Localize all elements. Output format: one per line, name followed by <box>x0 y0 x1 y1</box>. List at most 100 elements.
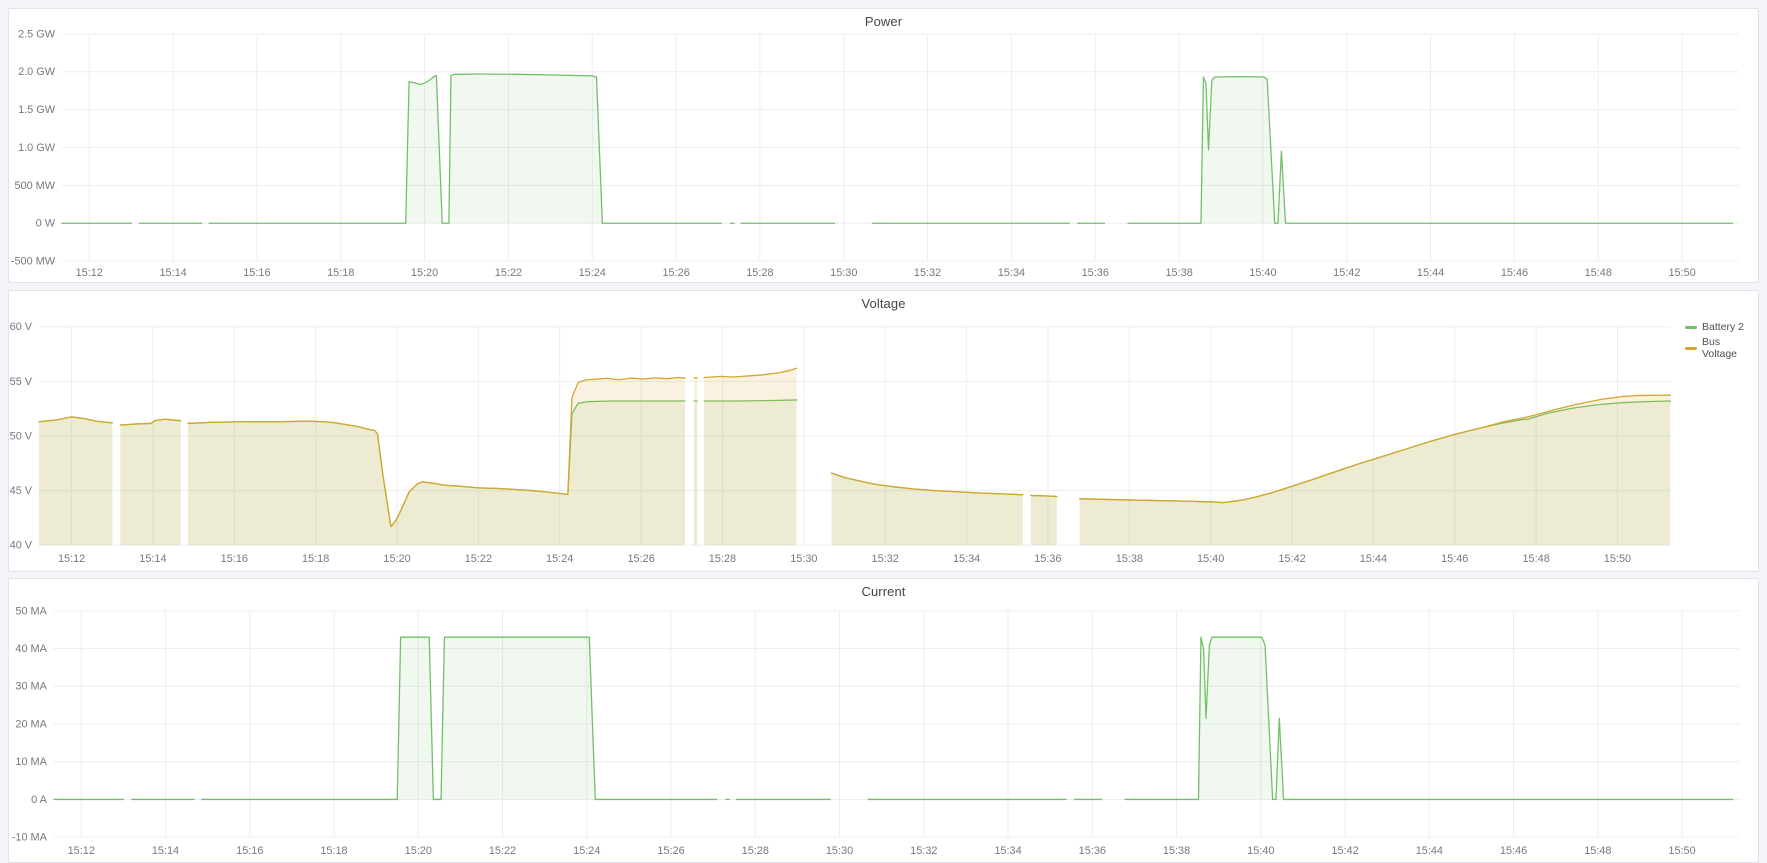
legend: Battery 2 Bus Voltage <box>1685 321 1758 360</box>
x-tick-label: 15:40 <box>1197 553 1224 565</box>
y-tick-label: 1.0 GW <box>18 142 56 154</box>
x-tick-label: 15:12 <box>68 845 95 857</box>
voltage-chart[interactable]: 60 V 55 V 50 V 45 V 40 V 15:12 15:14 15:16 15:18… <box>9 291 1758 571</box>
x-tick-label: 15:24 <box>573 845 600 857</box>
y-tick-label: 500 MW <box>14 180 55 192</box>
y-tick-label: 30 MA <box>15 681 47 693</box>
x-tick-label: 15:34 <box>994 845 1021 857</box>
x-tick-label: 15:28 <box>709 553 736 565</box>
x-tick-label: 15:48 <box>1584 845 1611 857</box>
x-tick-label: 15:44 <box>1360 553 1387 565</box>
y-tick-label: 0 A <box>31 794 47 806</box>
x-tick-label: 15:50 <box>1604 553 1631 565</box>
x-tick-label: 15:16 <box>243 267 270 279</box>
x-tick-label: 15:36 <box>1034 553 1061 565</box>
x-tick-label: 15:32 <box>872 553 899 565</box>
y-tick-label: 45 V <box>10 485 33 497</box>
x-tick-label: 15:16 <box>236 845 263 857</box>
x-tick-label: 15:22 <box>465 553 492 565</box>
x-tick-label: 15:46 <box>1441 553 1468 565</box>
x-tick-label: 15:38 <box>1116 553 1143 565</box>
y-tick-label: 40 V <box>10 540 33 552</box>
x-tick-label: 15:30 <box>830 267 857 279</box>
series-area <box>1080 395 1671 545</box>
x-tick-label: 15:20 <box>411 267 438 279</box>
series-area <box>694 378 697 545</box>
series-area <box>1031 496 1057 546</box>
y-tick-label: -10 MA <box>12 832 48 844</box>
legend-swatch-bus-voltage <box>1685 347 1697 350</box>
y-tick-label: 50 MA <box>15 605 47 617</box>
current-chart[interactable]: 50 MA 40 MA 30 MA 20 MA 10 MA 0 A -10 MA 15:12 1… <box>9 579 1758 862</box>
x-tick-label: 15:16 <box>221 553 248 565</box>
x-tick-label: 15:14 <box>139 553 166 565</box>
power-chart[interactable]: 2.5 GW 2.0 GW 1.5 GW 1.0 GW 500 MW 0 W -500 MW… <box>9 9 1758 282</box>
x-tick-label: 15:28 <box>742 845 769 857</box>
y-tick-label: 0 W <box>36 218 56 230</box>
series-area <box>209 74 721 223</box>
series-area <box>120 419 180 545</box>
current-panel: Current 50 MA40 MA30 MA20 MA10 MA0 A-10 … <box>8 578 1759 863</box>
x-tick-label: 15:48 <box>1585 267 1612 279</box>
series-area <box>39 417 112 545</box>
legend-swatch-battery-2 <box>1685 326 1697 329</box>
x-tick-label: 15:40 <box>1247 845 1274 857</box>
x-tick-label: 15:46 <box>1501 267 1528 279</box>
y-tick-label: 50 V <box>10 430 33 442</box>
x-tick-label: 15:30 <box>790 553 817 565</box>
x-tick-label: 15:14 <box>152 845 179 857</box>
x-tick-label: 15:22 <box>489 845 516 857</box>
x-tick-label: 15:36 <box>1079 845 1106 857</box>
x-tick-label: 15:44 <box>1416 845 1443 857</box>
x-tick-label: 15:12 <box>58 553 85 565</box>
x-tick-label: 15:42 <box>1331 845 1358 857</box>
x-tick-label: 15:36 <box>1082 267 1109 279</box>
x-tick-label: 15:38 <box>1165 267 1192 279</box>
x-tick-label: 15:18 <box>302 553 329 565</box>
x-tick-label: 15:48 <box>1522 553 1549 565</box>
x-tick-label: 15:20 <box>405 845 432 857</box>
y-tick-label: -500 MW <box>11 256 56 268</box>
x-tick-label: 15:18 <box>320 845 347 857</box>
x-tick-label: 15:42 <box>1333 267 1360 279</box>
series-area <box>202 637 717 799</box>
x-tick-label: 15:26 <box>627 553 654 565</box>
x-tick-label: 15:14 <box>159 267 186 279</box>
series-area <box>704 368 796 545</box>
x-tick-label: 15:26 <box>657 845 684 857</box>
x-tick-label: 15:28 <box>746 267 773 279</box>
x-tick-label: 15:32 <box>910 845 937 857</box>
x-tick-label: 15:24 <box>579 267 606 279</box>
legend-label-battery-2: Battery 2 <box>1702 321 1744 333</box>
dashboard: { "style": { "page_bg": "#f4f5f9", "pane… <box>0 0 1767 863</box>
legend-item-battery-2[interactable]: Battery 2 <box>1685 321 1758 333</box>
y-tick-label: 60 V <box>10 321 33 333</box>
x-tick-label: 15:38 <box>1163 845 1190 857</box>
x-tick-label: 15:46 <box>1500 845 1527 857</box>
x-tick-label: 15:22 <box>495 267 522 279</box>
y-tick-label: 40 MA <box>15 643 47 655</box>
power-panel: Power 2.5 GW2.0 GW1.5 GW1.0 GW500 MW0 W-… <box>8 8 1759 283</box>
y-tick-label: 2.0 GW <box>18 66 56 78</box>
legend-label-bus-voltage: Bus Voltage <box>1702 336 1758 360</box>
y-tick-label: 1.5 GW <box>18 104 56 116</box>
x-tick-label: 15:32 <box>914 267 941 279</box>
x-tick-label: 15:24 <box>546 553 573 565</box>
x-tick-label: 15:44 <box>1417 267 1444 279</box>
y-tick-label: 55 V <box>10 376 33 388</box>
x-tick-label: 15:34 <box>953 553 980 565</box>
voltage-panel: Voltage 60 V55 V50 V45 V40 V15:1215:1415… <box>8 290 1759 572</box>
x-tick-label: 15:30 <box>826 845 853 857</box>
x-tick-label: 15:50 <box>1669 267 1696 279</box>
series-area <box>831 473 1022 545</box>
y-tick-label: 2.5 GW <box>18 28 56 40</box>
y-tick-label: 20 MA <box>15 718 47 730</box>
y-tick-label: 10 MA <box>15 756 47 768</box>
x-tick-label: 15:20 <box>383 553 410 565</box>
legend-item-bus-voltage[interactable]: Bus Voltage <box>1685 336 1758 360</box>
x-tick-label: 15:12 <box>76 267 103 279</box>
x-tick-label: 15:50 <box>1668 845 1695 857</box>
series-area <box>188 377 685 545</box>
x-tick-label: 15:18 <box>327 267 354 279</box>
x-tick-label: 15:26 <box>662 267 689 279</box>
